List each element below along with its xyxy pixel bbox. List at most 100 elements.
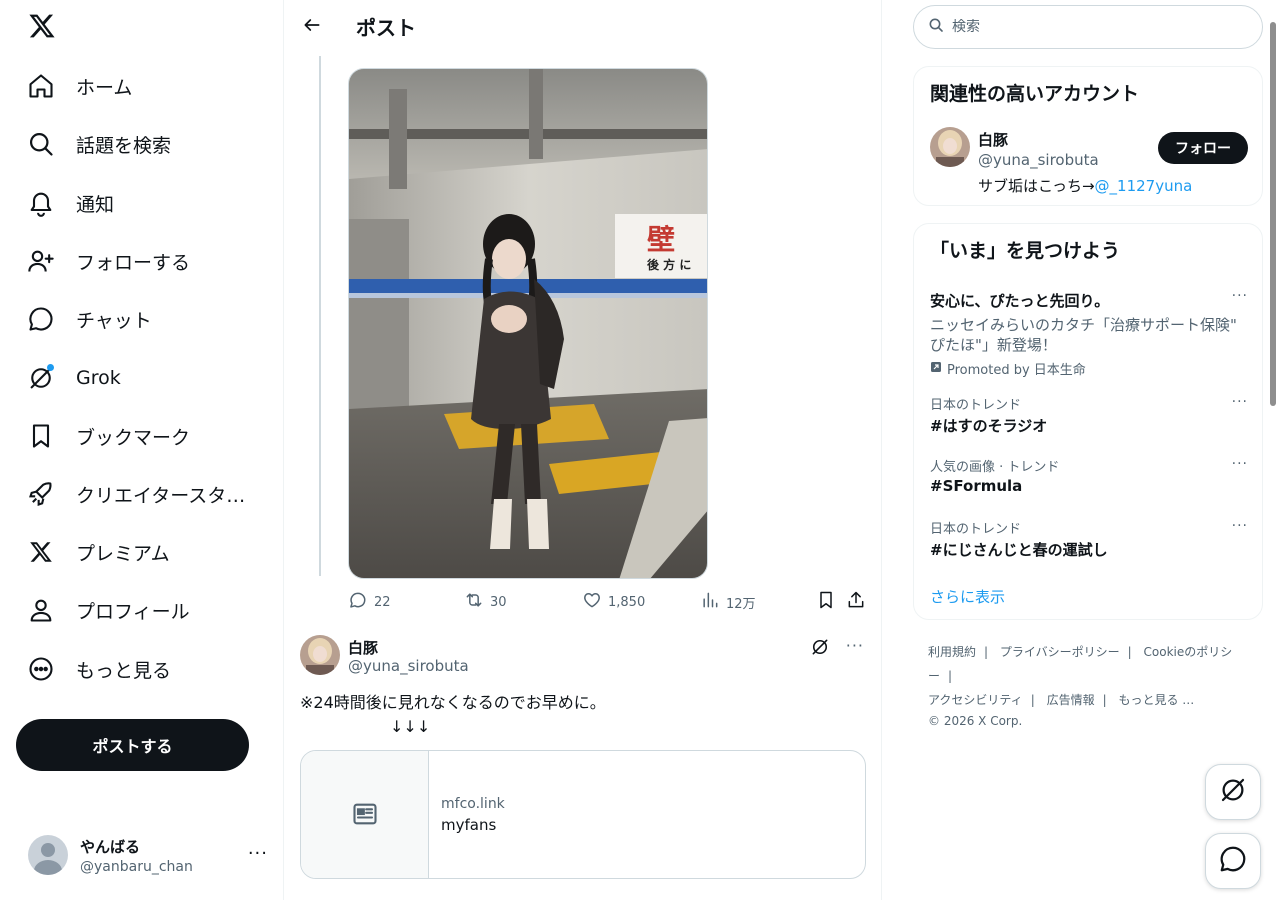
- app: ホーム 話題を検索 通知 フォローする チャット Grok ブックマーク クリエ…: [0, 0, 1280, 900]
- author-handle[interactable]: @yuna_sirobuta: [348, 657, 469, 675]
- search-input[interactable]: [952, 19, 1242, 35]
- nav-chat[interactable]: チャット: [26, 295, 152, 343]
- link-card-thumb: [301, 751, 429, 878]
- footer-link[interactable]: 広告情報: [1047, 693, 1095, 707]
- link-card-title: myfans: [441, 816, 497, 834]
- nav-creator-studio[interactable]: クリエイタースタ…: [26, 470, 245, 518]
- bookmark-button[interactable]: [816, 590, 836, 614]
- bell-icon: [26, 188, 56, 218]
- promoted-trend[interactable]: 安心に、ぴたっと先回り。 ニッセイみらいのカタチ「治療サポート保険" ぴたほ"」…: [930, 288, 1248, 378]
- footer: 利用規約 | プライバシーポリシー | Cookieのポリシー | アクセシビリティ |…: [928, 640, 1258, 730]
- footer-separator: |: [948, 669, 953, 683]
- footer-link[interactable]: 利用規約: [928, 645, 976, 659]
- nav-more-label: もっと見る: [76, 659, 172, 682]
- show-more-link[interactable]: さらに表示: [930, 586, 1005, 607]
- repost-button[interactable]: 30: [464, 590, 507, 614]
- nav-chat-label: チャット: [76, 309, 152, 332]
- main-column: 壁 後 方 に 22 30 1,850 12万 白豚 @yuna_sirobut…: [284, 0, 882, 900]
- scrollbar[interactable]: [1270, 22, 1276, 406]
- nav-notifications[interactable]: 通知: [26, 179, 114, 227]
- trend-title: #にじさんじと春の運試し: [930, 541, 1108, 559]
- footer-separator: |: [984, 645, 989, 659]
- footer-link[interactable]: プライバシーポリシー: [1000, 645, 1120, 659]
- more-icon[interactable]: ···: [1232, 394, 1248, 410]
- reply-button[interactable]: 22: [348, 590, 391, 614]
- post-more-icon[interactable]: ···: [846, 636, 864, 655]
- post-text: ※24時間後に見れなくなるのでお早めに。 ↓↓↓: [300, 691, 866, 739]
- more-icon[interactable]: ···: [1232, 456, 1248, 472]
- trend-context: 日本のトレンド: [930, 398, 1022, 413]
- search-icon: [26, 129, 56, 159]
- nav-premium[interactable]: プレミアム: [26, 528, 170, 576]
- more-icon[interactable]: ···: [1232, 518, 1248, 534]
- author-avatar[interactable]: [300, 635, 340, 675]
- back-button[interactable]: [294, 9, 330, 45]
- nav-home[interactable]: ホーム: [26, 62, 132, 110]
- like-button[interactable]: 1,850: [582, 590, 645, 614]
- footer-link[interactable]: アクセシビリティ: [928, 693, 1023, 707]
- left-nav: ホーム 話題を検索 通知 フォローする チャット Grok ブックマーク クリエ…: [0, 0, 284, 900]
- x-logo-icon: [26, 537, 56, 567]
- x-logo-icon[interactable]: [28, 12, 56, 40]
- related-account-handle[interactable]: @yuna_sirobuta: [978, 151, 1099, 169]
- bookmark-icon: [26, 421, 56, 451]
- post-button[interactable]: ポストする: [16, 719, 249, 771]
- grok-icon: [26, 363, 56, 393]
- nav-grok-label: Grok: [76, 367, 121, 389]
- post-photo[interactable]: 壁 後 方 に: [348, 68, 708, 579]
- grok-fab-button[interactable]: [1205, 764, 1261, 820]
- nav-grok[interactable]: Grok: [26, 354, 121, 402]
- chat-icon: [26, 304, 56, 334]
- nav-explore-label: 話題を検索: [76, 134, 172, 157]
- avatar: [28, 835, 68, 875]
- footer-link[interactable]: もっと見る …: [1118, 693, 1194, 707]
- account-switcher[interactable]: やんばる @yanbaru_chan ···: [28, 831, 268, 879]
- nav-follow[interactable]: フォローする: [26, 237, 190, 285]
- trend-item[interactable]: 日本のトレンド #にじさんじと春の運試し ···: [930, 518, 1248, 560]
- post-text-line2: ↓↓↓: [390, 717, 431, 736]
- trend-title: #はすのそラジオ: [930, 417, 1048, 435]
- bio-link[interactable]: @_1127yuna: [1095, 177, 1193, 195]
- repost-icon: [464, 590, 484, 614]
- avatar[interactable]: [930, 127, 970, 167]
- svg-text:後 方 に: 後 方 に: [647, 257, 691, 272]
- nav-home-label: ホーム: [76, 76, 133, 99]
- home-icon: [26, 71, 56, 101]
- nav-premium-label: プレミアム: [76, 542, 170, 565]
- more-icon[interactable]: ···: [1232, 288, 1248, 304]
- post-actions: 22 30 1,850 12万: [348, 590, 866, 614]
- add-user-icon: [26, 246, 56, 276]
- related-account-bio: サブ垢はこっち→@_1127yuna: [978, 175, 1192, 196]
- top-bar: ポスト: [284, 0, 881, 53]
- nav-bookmarks-label: ブックマーク: [76, 426, 191, 449]
- share-button[interactable]: [846, 590, 866, 614]
- grok-icon[interactable]: [810, 637, 830, 661]
- author-name[interactable]: 白豚: [348, 637, 378, 658]
- search-box[interactable]: [913, 5, 1263, 49]
- view-count: 12万: [726, 596, 756, 612]
- post-text-line1: ※24時間後に見れなくなるのでお早めに。: [300, 693, 606, 712]
- follow-button[interactable]: フォロー: [1158, 132, 1248, 164]
- footer-separator: |: [1102, 693, 1107, 707]
- related-account[interactable]: 白豚 @yuna_sirobuta サブ垢はこっち→@_1127yuna フォロ…: [930, 127, 1248, 199]
- arrow-left-icon: [302, 15, 322, 39]
- trend-item[interactable]: 人気の画像 · トレンド #SFormula ···: [930, 456, 1248, 495]
- trend-item[interactable]: 日本のトレンド #はすのそラジオ ···: [930, 394, 1248, 436]
- chat-fab-button[interactable]: [1205, 833, 1261, 889]
- nav-profile[interactable]: プロフィール: [26, 586, 190, 634]
- promo-title: 安心に、ぴたっと先回り。: [930, 292, 1110, 310]
- related-accounts-heading: 関連性の高いアカウント: [930, 83, 1140, 105]
- chart-icon: [700, 590, 720, 614]
- link-card[interactable]: mfco.link myfans: [300, 750, 866, 879]
- footer-row-1: 利用規約 | プライバシーポリシー | Cookieのポリシー |: [928, 640, 1258, 688]
- trend-title: #SFormula: [930, 477, 1023, 495]
- promo-description: ニッセイみらいのカタチ「治療サポート保険" ぴたほ"」新登場！: [930, 316, 1237, 354]
- account-names: やんばる @yanbaru_chan: [80, 836, 193, 875]
- nav-bookmarks[interactable]: ブックマーク: [26, 412, 190, 460]
- views-button[interactable]: 12万: [700, 590, 756, 614]
- nav-more[interactable]: もっと見る: [26, 645, 171, 693]
- account-more-icon[interactable]: ···: [248, 843, 268, 864]
- nav-explore[interactable]: 話題を検索: [26, 120, 171, 168]
- related-account-name[interactable]: 白豚: [978, 129, 1008, 150]
- trends-heading: 「いま」を見つけよう: [930, 240, 1121, 262]
